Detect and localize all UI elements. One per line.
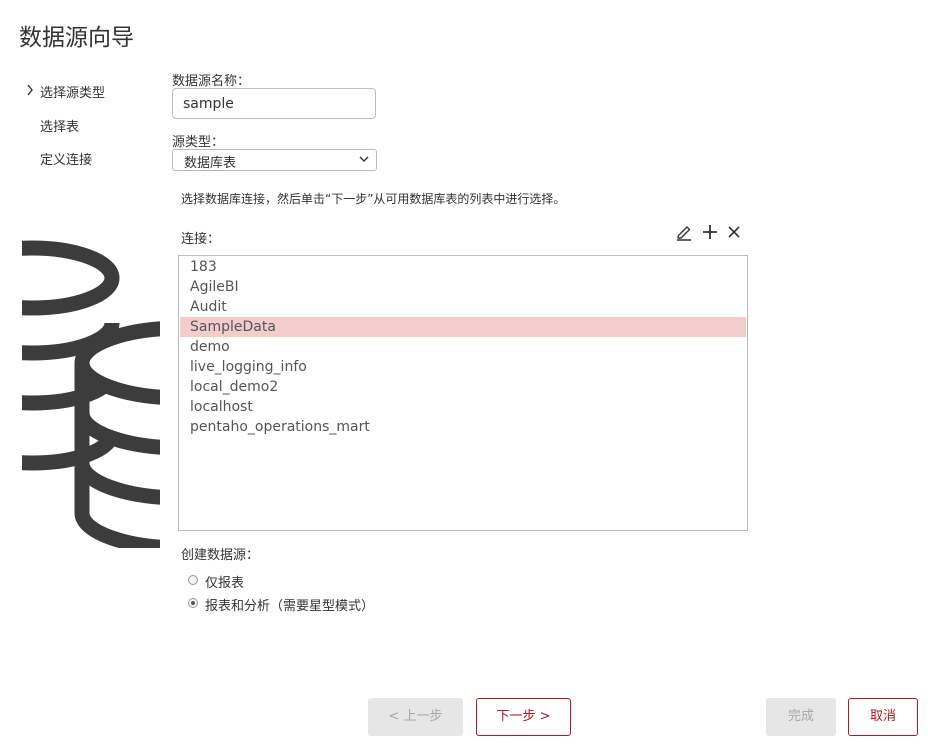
- create-datasource-label: 创建数据源：: [181, 548, 260, 563]
- list-item[interactable]: Audit: [180, 297, 746, 317]
- plus-icon[interactable]: [700, 222, 720, 242]
- instruction-text: 选择数据库连接，然后单击“下一步”从可用数据库表的列表中进行选择。: [181, 192, 566, 206]
- radio-button[interactable]: [188, 575, 198, 585]
- step-define-connection[interactable]: 定义连接: [26, 149, 166, 169]
- radio-label: 仅报表: [205, 576, 245, 591]
- list-item[interactable]: live_logging_info: [180, 357, 746, 377]
- radio-button[interactable]: [188, 598, 198, 608]
- database-icon: [22, 238, 162, 548]
- step-select-source-type[interactable]: 选择源类型: [26, 82, 166, 102]
- chevron-right-icon: [26, 84, 36, 99]
- datasource-name-label: 数据源名称：: [172, 74, 251, 89]
- list-item[interactable]: localhost: [180, 397, 746, 417]
- step-label: 定义连接: [40, 153, 93, 168]
- list-item-selected[interactable]: SampleData: [180, 317, 746, 337]
- step-select-table[interactable]: 选择表: [26, 116, 166, 136]
- finish-button[interactable]: 完成: [766, 698, 836, 736]
- list-item[interactable]: pentaho_operations_mart: [180, 417, 746, 437]
- source-type-value: 数据库表: [184, 156, 237, 171]
- connection-label: 连接：: [181, 232, 221, 247]
- page-title: 数据源向导: [19, 25, 134, 51]
- step-label: 选择表: [40, 120, 80, 135]
- chevron-down-icon: [358, 153, 370, 165]
- radio-dot: [191, 601, 195, 605]
- list-item[interactable]: demo: [180, 337, 746, 357]
- radio-label: 报表和分析（需要星型模式）: [205, 599, 375, 614]
- source-type-label: 源类型：: [172, 135, 225, 150]
- back-button[interactable]: < 上一步: [368, 698, 463, 736]
- list-item[interactable]: AgileBI: [180, 277, 746, 297]
- step-label: 选择源类型: [40, 86, 106, 101]
- list-item[interactable]: 183: [180, 257, 746, 277]
- connection-list[interactable]: 183 AgileBI Audit SampleData demo live_l…: [178, 255, 748, 531]
- pencil-icon[interactable]: [674, 223, 694, 243]
- list-item[interactable]: local_demo2: [180, 377, 746, 397]
- datasource-name-input[interactable]: [172, 88, 376, 119]
- source-type-select[interactable]: 数据库表: [172, 149, 377, 171]
- close-icon[interactable]: [724, 222, 744, 242]
- cancel-button[interactable]: 取消: [848, 698, 918, 736]
- next-button[interactable]: 下一步 >: [476, 698, 571, 736]
